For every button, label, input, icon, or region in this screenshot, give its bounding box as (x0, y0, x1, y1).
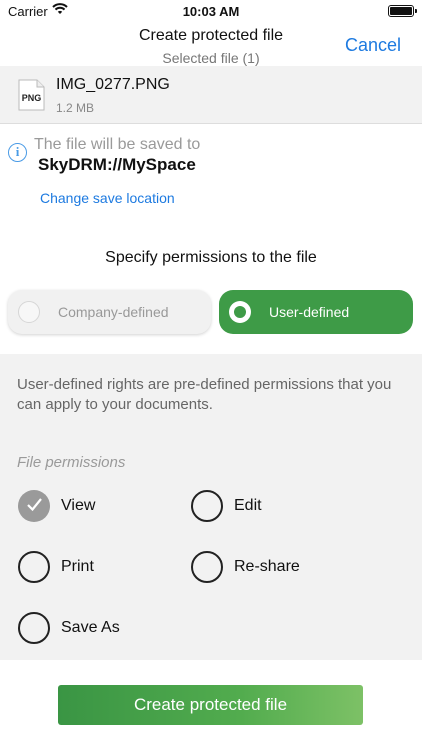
unchecked-circle-icon (18, 612, 50, 644)
file-name: IMG_0277.PNG (56, 76, 170, 93)
info-icon: i (8, 143, 27, 162)
permission-label: Edit (234, 497, 262, 514)
status-time: 10:03 AM (182, 4, 240, 19)
radio-selected-icon (229, 301, 251, 323)
unchecked-circle-icon (191, 551, 223, 583)
permissions-description: User-defined rights are pre-defined perm… (17, 376, 392, 413)
permission-label: Re-share (234, 558, 300, 575)
cancel-button[interactable]: Cancel (345, 35, 401, 56)
company-defined-option[interactable]: Company-defined (8, 290, 211, 334)
user-defined-label: User-defined (269, 304, 350, 320)
permission-label: View (61, 497, 96, 514)
checked-circle-icon (18, 490, 50, 522)
battery-icon (388, 5, 417, 17)
save-path: SkyDRM://MySpace (38, 155, 196, 174)
selected-file-row: PNG IMG_0277.PNG 1.2 MB (0, 66, 422, 124)
create-protected-file-button[interactable]: Create protected file (58, 685, 363, 725)
unchecked-circle-icon (18, 551, 50, 583)
permissions-heading: Specify permissions to the file (105, 249, 317, 266)
png-file-icon: PNG (18, 79, 45, 111)
file-permissions-label: File permissions (17, 454, 126, 471)
file-type-badge: PNG (22, 93, 42, 103)
file-size: 1.2 MB (56, 101, 95, 115)
checkmark-icon (27, 498, 42, 512)
change-save-location-link[interactable]: Change save location (40, 190, 175, 206)
radio-unselected-icon (18, 301, 40, 323)
permission-label: Print (61, 558, 94, 575)
save-hint: The file will be saved to (34, 136, 201, 153)
company-defined-label: Company-defined (58, 304, 169, 320)
permissions-panel: User-defined rights are pre-defined perm… (0, 354, 422, 660)
unchecked-circle-icon (191, 490, 223, 522)
permission-label: Save As (61, 619, 120, 636)
status-bar: Carrier 10:03 AM (0, 0, 422, 22)
nav-bar: Create protected file Selected file (1) … (0, 22, 422, 66)
user-defined-option[interactable]: User-defined (219, 290, 413, 334)
